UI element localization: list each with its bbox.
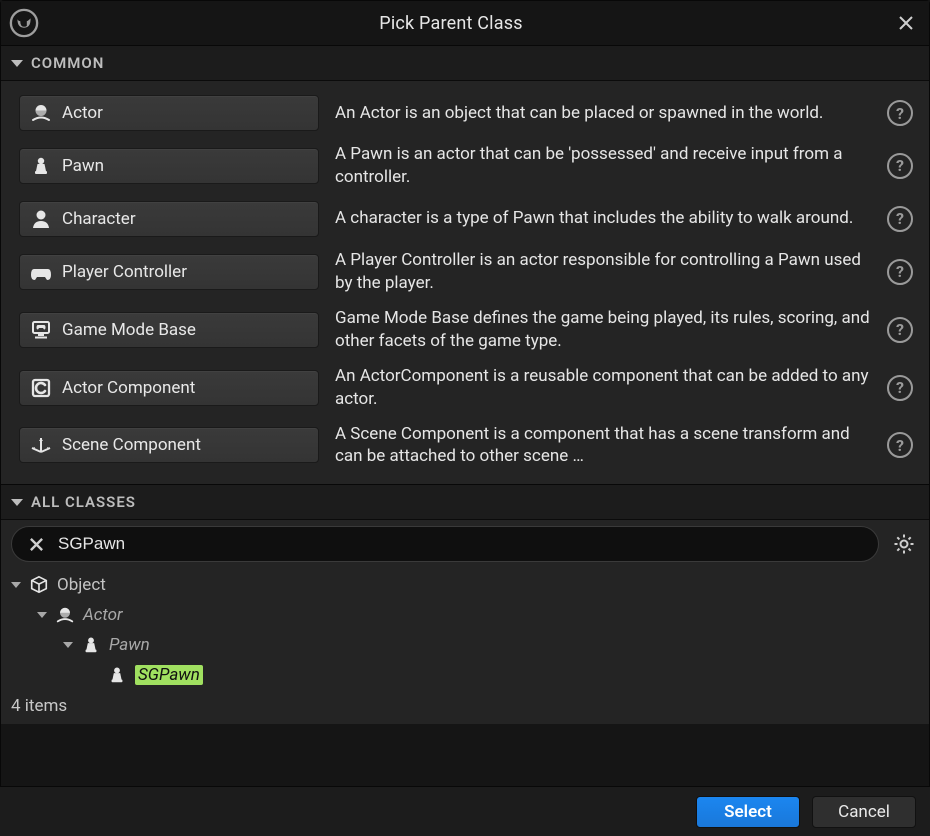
class-button-player-controller[interactable]: Player Controller [19,254,319,290]
class-button-actor[interactable]: Actor [19,95,319,131]
class-button-label: Pawn [62,156,104,176]
class-button-label: Player Controller [62,262,187,282]
cancel-button[interactable]: Cancel [812,796,916,828]
pawn-icon [30,155,52,177]
help-button[interactable]: ? [887,375,913,401]
class-description: A Scene Component is a component that ha… [335,423,871,469]
class-description: An Actor is an object that can be placed… [335,102,871,125]
common-section: Actor An Actor is an object that can be … [1,81,929,484]
common-row-character: Character A character is a type of Pawn … [1,195,929,243]
view-options-button[interactable] [889,529,919,559]
game-mode-base-icon [30,319,52,341]
close-icon [898,15,914,31]
class-button-scene-component[interactable]: Scene Component [19,427,319,463]
class-description: A character is a type of Pawn that inclu… [335,207,871,230]
chevron-down-icon [11,499,23,506]
pawn-icon [107,665,127,685]
item-count: 4 items [11,696,919,716]
help-button[interactable]: ? [887,100,913,126]
pawn-icon [81,635,101,655]
tree-row-sgpawn[interactable]: SGPawn [11,660,919,690]
common-row-game-mode-base: Game Mode Base Game Mode Base defines th… [1,301,929,359]
tree-row-pawn[interactable]: Pawn [11,630,919,660]
common-row-actor: Actor An Actor is an object that can be … [1,89,929,137]
class-button-game-mode-base[interactable]: Game Mode Base [19,312,319,348]
section-label-all-classes: ALL CLASSES [31,493,136,511]
search-box [11,526,879,562]
actor-icon [30,102,52,124]
window-title: Pick Parent Class [9,13,893,34]
class-button-pawn[interactable]: Pawn [19,148,319,184]
actor-component-icon [30,377,52,399]
close-button[interactable] [893,10,919,36]
all-classes-section: Object Actor Pawn SGPawn 4 items [1,520,929,724]
common-row-actor-component: Actor Component An ActorComponent is a r… [1,359,929,417]
chevron-down-icon [11,582,21,588]
class-button-label: Character [62,209,136,229]
help-button[interactable]: ? [887,153,913,179]
class-tree: Object Actor Pawn SGPawn [11,570,919,690]
search-row [11,526,919,562]
class-button-actor-component[interactable]: Actor Component [19,370,319,406]
chevron-down-icon [37,612,47,618]
character-icon [30,208,52,230]
class-description: A Pawn is an actor that can be 'possesse… [335,143,871,189]
class-button-label: Actor [62,103,103,123]
gear-icon [893,533,915,555]
class-description: Game Mode Base defines the game being pl… [335,307,871,353]
x-icon [29,537,44,552]
common-row-scene-component: Scene Component A Scene Component is a c… [1,417,929,475]
common-row-player-controller: Player Controller A Player Controller is… [1,243,929,301]
tree-row-object[interactable]: Object [11,570,919,600]
search-input[interactable] [56,533,864,555]
section-header-common[interactable]: COMMON [1,45,929,81]
tree-label: SGPawn [135,665,203,685]
scene-component-icon [30,434,52,456]
tree-label: Object [57,575,106,595]
help-button[interactable]: ? [887,317,913,343]
help-button[interactable]: ? [887,206,913,232]
class-description: An ActorComponent is a reusable componen… [335,365,871,411]
tree-row-actor[interactable]: Actor [11,600,919,630]
clear-search-button[interactable] [26,534,46,554]
help-button[interactable]: ? [887,432,913,458]
help-button[interactable]: ? [887,259,913,285]
class-description: A Player Controller is an actor responsi… [335,249,871,295]
tree-label: Actor [83,605,123,625]
class-button-label: Scene Component [62,435,201,455]
class-button-label: Actor Component [62,378,195,398]
select-button[interactable]: Select [696,796,800,828]
chevron-down-icon [63,642,73,648]
class-button-character[interactable]: Character [19,201,319,237]
object-icon [29,575,49,595]
section-label-common: COMMON [31,54,104,72]
chevron-down-icon [11,60,23,67]
section-header-all-classes[interactable]: ALL CLASSES [1,484,929,520]
common-row-pawn: Pawn A Pawn is an actor that can be 'pos… [1,137,929,195]
player-controller-icon [30,261,52,283]
tree-label: Pawn [109,635,150,655]
actor-icon [55,605,75,625]
class-button-label: Game Mode Base [62,320,196,340]
footer: Select Cancel [0,786,930,836]
title-bar: Pick Parent Class [1,1,929,45]
